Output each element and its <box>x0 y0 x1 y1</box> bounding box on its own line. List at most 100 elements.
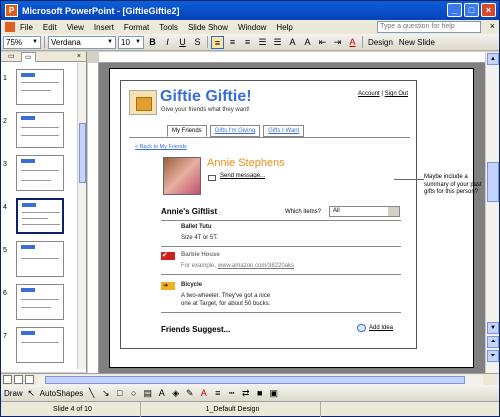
align-center-icon[interactable]: ≡ <box>226 36 239 49</box>
menu-bar: File Edit View Insert Format Tools Slide… <box>1 20 499 34</box>
select-arrow-icon[interactable]: ↖ <box>26 388 37 398</box>
tab-slides[interactable]: ▭ <box>21 52 36 62</box>
thumb-logo <box>21 288 35 292</box>
divider <box>161 274 401 275</box>
toolbar-separator <box>207 36 208 48</box>
horizontal-scrollbar[interactable] <box>37 375 483 385</box>
tab-gifts-giving[interactable]: Gifts I'm Giving <box>209 125 261 137</box>
wordart-icon[interactable]: A <box>156 388 167 398</box>
menu-help[interactable]: Help <box>271 23 297 32</box>
rectangle-icon[interactable]: □ <box>114 388 125 398</box>
thumb-logo <box>21 73 35 77</box>
next-slide-icon[interactable]: ⏷ <box>487 350 499 362</box>
menu-edit[interactable]: Edit <box>38 23 62 32</box>
close-doc-icon[interactable]: × <box>490 21 495 31</box>
document-icon[interactable] <box>5 22 15 32</box>
align-left-icon[interactable]: ≡ <box>211 35 224 49</box>
help-search-input[interactable]: Type a question for help <box>377 21 481 33</box>
slide-thumbnail[interactable] <box>16 327 64 363</box>
menu-file[interactable]: File <box>15 23 38 32</box>
scrollbar-thumb[interactable] <box>45 376 465 384</box>
shadow-button[interactable]: S <box>191 36 204 49</box>
scrollbar-thumb[interactable] <box>79 123 86 183</box>
scroll-up-icon[interactable]: ▲ <box>487 53 499 65</box>
mockup-tabs: My Friends Gifts I'm Giving Gifts I Want <box>167 125 305 137</box>
autoshapes-menu[interactable]: AutoShapes <box>40 389 84 398</box>
arrow-style-icon[interactable]: ⇄ <box>240 388 251 398</box>
underline-button[interactable]: U <box>176 36 189 49</box>
slide-thumbnail-selected[interactable] <box>16 198 64 234</box>
zoom-select[interactable]: 75% ▼ <box>3 35 41 49</box>
align-right-icon[interactable]: ≡ <box>241 36 254 49</box>
dash-style-icon[interactable]: ┅ <box>226 388 237 398</box>
minimize-button[interactable]: _ <box>447 3 462 17</box>
menu-slide-show[interactable]: Slide Show <box>183 23 233 32</box>
increase-font-icon[interactable]: A <box>286 36 299 49</box>
line-color-icon[interactable]: ✎ <box>184 388 195 398</box>
line-style-icon[interactable]: ≡ <box>212 388 223 398</box>
item-desc-prefix: For example, <box>181 263 218 269</box>
add-idea-link[interactable]: Add Idea <box>369 325 393 331</box>
item-desc: Size 4T or 5T. <box>181 235 218 241</box>
menu-view[interactable]: View <box>62 23 89 32</box>
font-select[interactable]: Verdana ▼ <box>48 35 116 49</box>
draw-menu[interactable]: Draw <box>4 389 23 398</box>
close-pane-icon[interactable]: × <box>74 52 84 62</box>
design-button[interactable]: Design <box>366 38 395 47</box>
menu-tools[interactable]: Tools <box>154 23 183 32</box>
thumb-line <box>21 180 51 181</box>
slides-pane-scrollbar[interactable] <box>77 63 86 369</box>
arrow-icon[interactable]: ↘ <box>100 388 111 398</box>
slide-show-icon[interactable] <box>25 375 34 384</box>
slide-thumbnail[interactable] <box>16 69 64 105</box>
menu-insert[interactable]: Insert <box>89 23 119 32</box>
thumb-line <box>21 82 59 83</box>
numbering-icon[interactable]: ☰ <box>256 36 269 49</box>
account-link[interactable]: Account <box>358 91 380 97</box>
powerpoint-app-icon[interactable]: P <box>5 4 18 17</box>
previous-slide-icon[interactable]: ⏶ <box>487 336 499 348</box>
decrease-indent-icon[interactable]: ⇤ <box>316 36 329 49</box>
send-message-link[interactable]: Send message... <box>220 173 265 179</box>
line-icon[interactable]: ╲ <box>86 388 97 398</box>
italic-button[interactable]: I <box>161 36 174 49</box>
scrollbar-thumb[interactable] <box>487 162 499 202</box>
item-title: Barbie House <box>181 252 220 258</box>
menu-window[interactable]: Window <box>233 23 271 32</box>
textbox-icon[interactable]: ▤ <box>142 388 153 398</box>
which-items-select[interactable]: All <box>329 206 400 217</box>
bullets-icon[interactable]: ☰ <box>271 36 284 49</box>
vertical-scrollbar[interactable]: ▲ ▼ ⏶ ⏷ <box>485 52 499 373</box>
font-size-select[interactable]: 10 ▼ <box>118 35 144 49</box>
font-color-icon[interactable]: A <box>346 36 359 49</box>
tab-outline[interactable]: ▭ <box>5 52 18 62</box>
oval-icon[interactable]: ○ <box>128 388 139 398</box>
item-link[interactable]: www.amazon.com/38220aks <box>218 263 294 269</box>
status-empty <box>321 402 499 417</box>
new-slide-button[interactable]: New Slide <box>397 38 437 47</box>
tab-my-friends[interactable]: My Friends <box>167 125 207 137</box>
scroll-down-icon[interactable]: ▼ <box>487 322 499 334</box>
maximize-button[interactable]: □ <box>464 3 479 17</box>
bold-button[interactable]: B <box>146 36 159 49</box>
3d-icon[interactable]: ▣ <box>268 388 279 398</box>
slide-thumbnail[interactable] <box>16 112 64 148</box>
signout-link[interactable]: Sign Out <box>385 91 408 97</box>
status-bar: Slide 4 of 10 1_Default Design <box>1 401 499 417</box>
back-link[interactable]: < Back to My Friends <box>135 144 187 150</box>
decrease-font-icon[interactable]: A <box>301 36 314 49</box>
close-button[interactable]: × <box>481 3 496 17</box>
slide-sorter-icon[interactable] <box>14 375 23 384</box>
slide-thumbnail[interactable] <box>16 241 64 277</box>
person-name: Annie Stephens <box>207 157 285 169</box>
slides-pane-tabs: ▭ ▭ × <box>1 52 86 62</box>
normal-view-icon[interactable] <box>3 375 12 384</box>
tab-gifts-want[interactable]: Gifts I Want <box>263 125 305 137</box>
menu-format[interactable]: Format <box>119 23 154 32</box>
shadow-icon[interactable]: ■ <box>254 388 265 398</box>
font-color-icon[interactable]: A <box>198 388 209 398</box>
slide-thumbnail[interactable] <box>16 155 64 191</box>
increase-indent-icon[interactable]: ⇥ <box>331 36 344 49</box>
fill-color-icon[interactable]: ◈ <box>170 388 181 398</box>
slide-thumbnail[interactable] <box>16 284 64 320</box>
